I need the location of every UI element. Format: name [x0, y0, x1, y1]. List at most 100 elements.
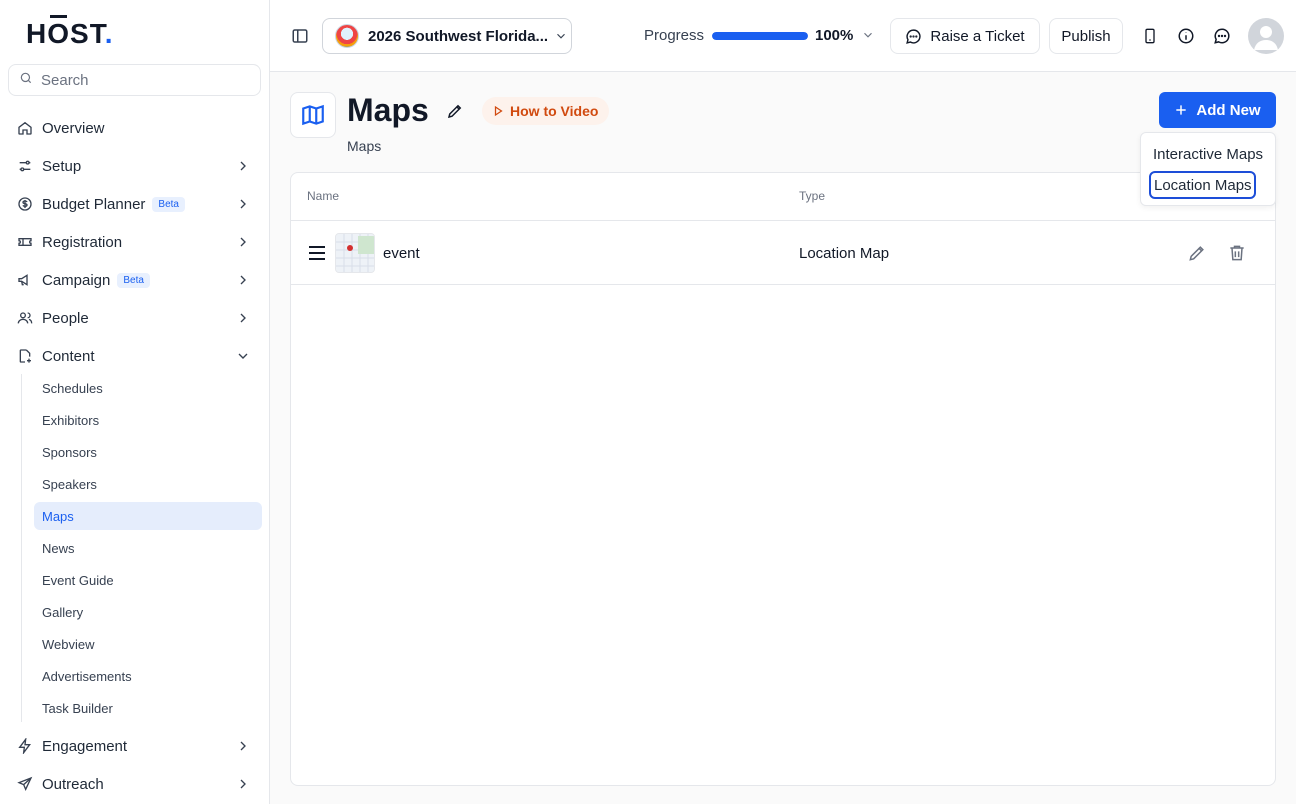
info-icon[interactable] [1174, 24, 1198, 48]
progress-value: 100% [815, 27, 854, 44]
chevron-right-icon [235, 738, 251, 754]
sidebar-item-engagement[interactable]: Engagement [8, 729, 261, 763]
chevron-right-icon [235, 158, 251, 174]
submenu-item-event-guide[interactable]: Event Guide [34, 566, 262, 594]
raise-ticket-label: Raise a Ticket [930, 27, 1025, 45]
map-page-icon [290, 92, 336, 138]
event-name: 2026 Southwest Florida... [368, 27, 549, 45]
breadcrumb: Maps [347, 138, 382, 154]
progress-bar [712, 32, 808, 40]
sidebar-item-label: People [42, 309, 89, 327]
how-to-video-label: How to Video [510, 103, 599, 119]
row-type: Location Map [799, 245, 890, 262]
trash-icon[interactable] [1227, 243, 1247, 263]
ticket-icon [16, 233, 34, 251]
submenu-item-task-builder[interactable]: Task Builder [34, 694, 262, 722]
sidebar-item-budget-planner[interactable]: Budget Planner Beta [8, 187, 261, 221]
column-header-type: Type [799, 189, 826, 203]
submenu-item-gallery[interactable]: Gallery [34, 598, 262, 626]
logo-text-h: H [26, 18, 48, 49]
progress-bar-fill [712, 32, 808, 40]
sidebar-item-label: Setup [42, 157, 82, 175]
chevron-right-icon [235, 234, 251, 250]
home-icon [16, 119, 34, 137]
how-to-video-button[interactable]: How to Video [482, 97, 609, 125]
play-icon [492, 105, 504, 117]
search-icon [19, 71, 33, 90]
content-submenu: Schedules Exhibitors Sponsors Speakers M… [21, 374, 262, 722]
sidebar-item-setup[interactable]: Setup [8, 149, 261, 183]
sidebar-item-label: Registration [42, 233, 123, 251]
lightning-icon [16, 737, 34, 755]
search-input[interactable] [41, 71, 241, 89]
submenu-item-webview[interactable]: Webview [34, 630, 262, 658]
progress-chevron-down-icon[interactable] [861, 28, 875, 42]
page-title: Maps [347, 92, 429, 128]
sidebar-item-label: Engagement [42, 737, 128, 755]
chat-bubble-icon [905, 28, 922, 45]
menu-item-interactive-maps[interactable]: Interactive Maps [1149, 140, 1263, 168]
send-icon [16, 775, 34, 793]
sidebar: HOST. Overview Setup Budget Planner Beta… [0, 0, 270, 804]
mobile-preview-icon[interactable] [1138, 24, 1162, 48]
add-new-label: Add New [1196, 101, 1261, 119]
edit-pencil-icon[interactable] [1187, 243, 1207, 263]
column-header-name: Name [307, 189, 340, 203]
sidebar-item-content[interactable]: Content [8, 339, 261, 373]
sidebar-item-people[interactable]: People [8, 301, 261, 335]
sidebar-item-outreach[interactable]: Outreach [8, 767, 261, 801]
logo-dot: . [104, 18, 114, 49]
submenu-item-exhibitors[interactable]: Exhibitors [34, 406, 262, 434]
drag-handle-icon[interactable] [308, 245, 326, 261]
map-thumbnail [335, 233, 375, 273]
sidebar-item-campaign[interactable]: Campaign Beta [8, 263, 261, 297]
beta-badge: Beta [152, 196, 185, 212]
menu-item-location-maps[interactable]: Location Maps [1149, 171, 1256, 199]
logo-text-st: ST [70, 18, 105, 49]
user-avatar[interactable] [1248, 18, 1284, 54]
chevron-right-icon [235, 272, 251, 288]
chevron-right-icon [235, 310, 251, 326]
maps-table: Name Type event Location Map [290, 172, 1276, 786]
sidebar-item-overview[interactable]: Overview [8, 111, 261, 145]
submenu-item-schedules[interactable]: Schedules [34, 374, 262, 402]
sliders-icon [16, 157, 34, 175]
chevron-down-icon [235, 348, 251, 364]
sidebar-item-label: Content [42, 347, 95, 365]
chevron-right-icon [235, 776, 251, 792]
table-row[interactable]: event Location Map [291, 221, 1275, 285]
submenu-item-sponsors[interactable]: Sponsors [34, 438, 262, 466]
sidebar-item-label: Campaign [42, 271, 111, 289]
add-new-dropdown: Interactive Maps Location Maps [1140, 132, 1276, 206]
dollar-icon [16, 195, 34, 213]
chevron-right-icon [235, 196, 251, 212]
event-logo [335, 24, 359, 48]
users-icon [16, 309, 34, 327]
publish-button[interactable]: Publish [1049, 18, 1123, 54]
plus-icon [1174, 103, 1188, 117]
search-box [8, 64, 261, 96]
submenu-item-speakers[interactable]: Speakers [34, 470, 262, 498]
file-plus-icon [16, 347, 34, 365]
pencil-icon[interactable] [446, 102, 464, 120]
event-selector[interactable]: 2026 Southwest Florida... [322, 18, 572, 54]
sidebar-toggle-icon[interactable] [290, 26, 310, 46]
submenu-item-advertisements[interactable]: Advertisements [34, 662, 262, 690]
sidebar-item-label: Overview [42, 119, 105, 137]
megaphone-icon [16, 271, 34, 289]
submenu-item-maps[interactable]: Maps [34, 502, 262, 530]
topbar: 2026 Southwest Florida... Progress 100% … [270, 0, 1296, 72]
progress-label: Progress [644, 27, 705, 44]
row-name: event [383, 245, 420, 262]
host-logo[interactable]: HOST. [26, 15, 114, 50]
sidebar-item-registration[interactable]: Registration [8, 225, 261, 259]
add-new-button[interactable]: Add New [1159, 92, 1276, 128]
beta-badge: Beta [117, 272, 150, 288]
sidebar-item-label: Budget Planner [42, 195, 146, 213]
raise-ticket-button[interactable]: Raise a Ticket [890, 18, 1040, 54]
chat-icon[interactable] [1210, 24, 1234, 48]
chevron-down-icon [554, 29, 568, 43]
submenu-item-news[interactable]: News [34, 534, 262, 562]
logo-text-o: O [47, 15, 71, 49]
sidebar-item-label: Outreach [42, 775, 104, 793]
